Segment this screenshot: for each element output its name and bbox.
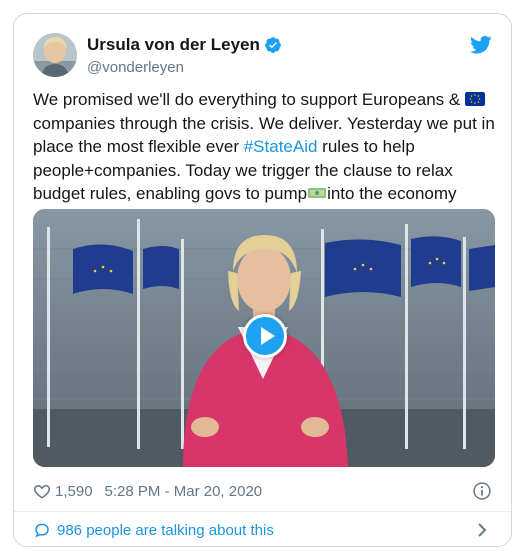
video-thumbnail[interactable] bbox=[33, 209, 495, 467]
like-count[interactable]: 1,590 bbox=[55, 483, 93, 500]
info-icon[interactable] bbox=[472, 481, 492, 501]
tweet-timestamp[interactable]: 5:28 PM - Mar 20, 2020 bbox=[105, 483, 263, 500]
author-names: Ursula von der Leyen @vonderleyen bbox=[87, 35, 282, 76]
comment-bubble-icon bbox=[35, 523, 49, 538]
avatar-image bbox=[33, 33, 77, 77]
twitter-bird-icon[interactable] bbox=[470, 35, 492, 55]
eu-flag-emoji-icon bbox=[464, 92, 485, 106]
avatar[interactable] bbox=[33, 33, 77, 77]
verified-badge-icon bbox=[265, 37, 281, 53]
hashtag-link[interactable]: #StateAid bbox=[244, 137, 318, 156]
tweet-text-segment-4: into the economy bbox=[327, 184, 457, 203]
tweet-text: We promised we'll do everything to suppo… bbox=[33, 88, 495, 206]
author-display-name[interactable]: Ursula von der Leyen bbox=[87, 35, 282, 55]
author-handle[interactable]: @vonderleyen bbox=[87, 59, 282, 76]
tweet-header: Ursula von der Leyen @vonderleyen bbox=[33, 33, 492, 77]
banknote-emoji-icon bbox=[308, 188, 327, 198]
tweet-card[interactable]: Ursula von der Leyen @vonderleyen We pro… bbox=[13, 13, 512, 547]
tweet-meta: 1,590 5:28 PM - Mar 20, 2020 bbox=[33, 480, 492, 502]
chevron-right-icon[interactable] bbox=[475, 522, 489, 538]
tweet-text-segment-1: We promised we'll do everything to suppo… bbox=[33, 90, 465, 109]
conversation-count-text[interactable]: 986 people are talking about this bbox=[57, 522, 274, 539]
heart-icon[interactable] bbox=[33, 482, 51, 500]
display-name-text[interactable]: Ursula von der Leyen bbox=[87, 35, 260, 55]
play-button[interactable] bbox=[243, 314, 287, 358]
conversation-link[interactable]: 986 people are talking about this bbox=[14, 512, 511, 546]
